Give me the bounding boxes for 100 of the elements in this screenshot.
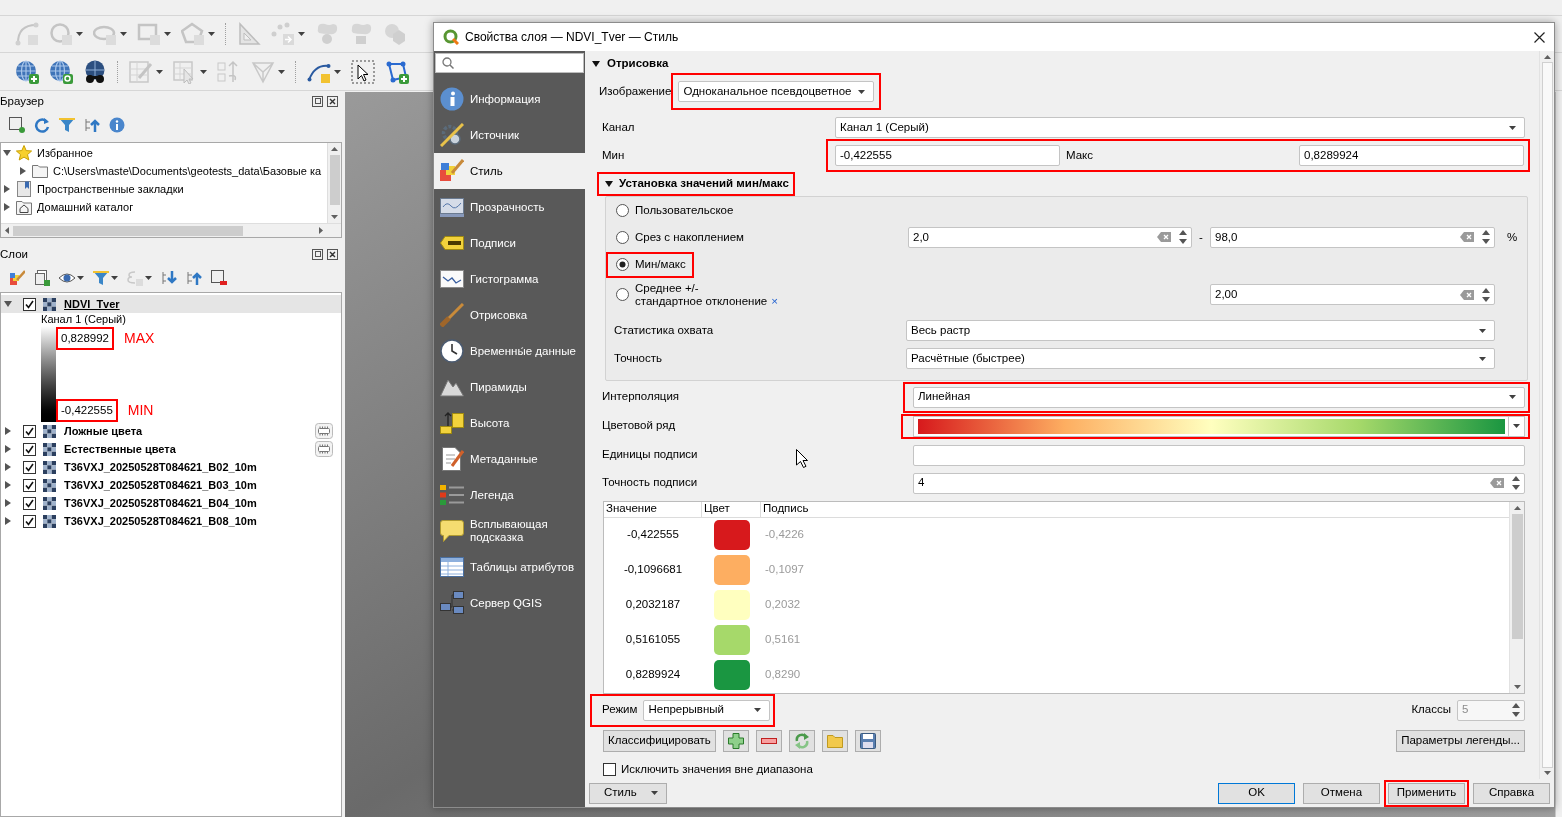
- section-header[interactable]: Отрисовка: [607, 55, 669, 73]
- dialog-button[interactable]: Отмена: [1303, 782, 1380, 804]
- sidebar-item[interactable]: Гистограмма: [434, 261, 585, 297]
- color-swatch-icon[interactable]: [713, 590, 750, 620]
- spin-arrows-icon[interactable]: [1512, 476, 1520, 490]
- checkbox[interactable]: [23, 460, 36, 474]
- scrollbar[interactable]: [1, 223, 341, 237]
- chip-icon[interactable]: [315, 423, 333, 439]
- sidebar-item[interactable]: Стиль: [434, 153, 585, 189]
- caret-icon[interactable]: [156, 69, 163, 74]
- clear-icon[interactable]: [1157, 232, 1171, 243]
- number-field[interactable]: 2,0: [908, 226, 1192, 248]
- scroll-thumb[interactable]: [13, 225, 243, 236]
- spin-arrows-icon[interactable]: [1482, 230, 1490, 245]
- globe-search-icon[interactable]: [49, 59, 73, 84]
- dropdown[interactable]: Одноканальное псевдоцветное: [678, 81, 875, 102]
- radio-button[interactable]: [616, 204, 629, 218]
- expand-arrow-icon[interactable]: [4, 517, 12, 525]
- checkbox[interactable]: [23, 478, 36, 492]
- scroll-up-icon[interactable]: [331, 147, 338, 151]
- sidebar-item[interactable]: Легенда: [434, 477, 585, 513]
- caret-icon[interactable]: [111, 275, 118, 280]
- sidebar-item[interactable]: Высота: [434, 405, 585, 441]
- sidebar-item[interactable]: Метаданные: [434, 441, 585, 477]
- dialog-button[interactable]: OK: [1218, 782, 1295, 804]
- checkbox[interactable]: [23, 514, 36, 528]
- sidebar-item[interactable]: Сервер QGIS: [434, 585, 585, 621]
- globe-binoculars-icon[interactable]: [83, 59, 107, 84]
- text-field[interactable]: [913, 444, 1525, 466]
- clear-icon[interactable]: [1460, 232, 1474, 243]
- column-header[interactable]: Подпись: [761, 501, 1509, 517]
- spin-arrows-icon[interactable]: [1482, 287, 1490, 302]
- add-group-icon[interactable]: [34, 269, 50, 286]
- dialog-button[interactable]: Применить: [1388, 782, 1465, 804]
- radio-label[interactable]: Срез с накоплением: [635, 228, 744, 246]
- layer-name[interactable]: T36VXJ_20250528T084621_B02_10m: [64, 458, 257, 476]
- paintbrush-palette-icon[interactable]: [9, 269, 25, 286]
- dialog-button[interactable]: Справка: [1473, 782, 1550, 804]
- collapse-arrow-icon[interactable]: [592, 60, 600, 68]
- curve-nodes-icon[interactable]: [15, 22, 39, 46]
- caret-icon[interactable]: [164, 32, 171, 36]
- checkbox[interactable]: [603, 763, 616, 776]
- caret-icon[interactable]: [334, 69, 341, 74]
- sidebar-item[interactable]: Пирамиды: [434, 369, 585, 405]
- add-class-button[interactable]: [722, 729, 749, 752]
- expand-arrow-icon[interactable]: [4, 427, 12, 435]
- text-field[interactable]: -0,422555: [835, 145, 1060, 166]
- tree-item[interactable]: Домашний каталог: [37, 198, 134, 216]
- sidebar-item[interactable]: Таблицы атрибутов: [434, 549, 585, 585]
- dropdown[interactable]: Канал 1 (Серый): [835, 117, 1525, 138]
- scroll-thumb[interactable]: [1511, 513, 1523, 639]
- color-swatch-icon[interactable]: [713, 625, 750, 655]
- scrollbar[interactable]: [1509, 501, 1524, 693]
- layer-row[interactable]: T36VXJ_20250528T084621_B02_10m: [1, 458, 341, 476]
- dotted-select-icon[interactable]: [351, 59, 375, 84]
- remove-class-button[interactable]: [755, 729, 782, 752]
- dropdown[interactable]: Весь растр: [906, 320, 1495, 341]
- close-icon[interactable]: [1534, 31, 1545, 43]
- expand-arrow-icon[interactable]: [3, 203, 11, 211]
- radio-label[interactable]: Пользовательское: [635, 202, 734, 220]
- color-swatch-icon[interactable]: [713, 555, 750, 585]
- layer-row[interactable]: T36VXJ_20250528T084621_B03_10m: [1, 476, 341, 494]
- remove-square-icon[interactable]: [211, 269, 227, 286]
- caret-icon[interactable]: [200, 69, 207, 74]
- sidebar-item[interactable]: Прозрачность: [434, 189, 585, 225]
- sidebar-item[interactable]: Источник: [434, 117, 585, 153]
- tree-item[interactable]: Избранное: [37, 144, 93, 162]
- arrow-up-tree-icon[interactable]: [84, 117, 100, 133]
- expand-arrow-icon[interactable]: [4, 463, 12, 471]
- checkbox[interactable]: [23, 442, 36, 456]
- radio-label[interactable]: Среднее +/- стандартное отклонение: [635, 281, 768, 308]
- section-header[interactable]: Установка значений мин/макс: [619, 175, 789, 193]
- collapse-arrow-icon[interactable]: [605, 180, 613, 188]
- column-header[interactable]: Значение: [604, 501, 702, 517]
- add-square-icon[interactable]: [9, 117, 25, 133]
- caret-icon[interactable]: [120, 32, 127, 36]
- sidebar-item[interactable]: Временны́е данные: [434, 333, 585, 369]
- polygon-nodes-add-icon[interactable]: [385, 59, 409, 84]
- sidebar-item[interactable]: Подписи: [434, 225, 585, 261]
- color-swatch-icon[interactable]: [713, 520, 750, 550]
- sidebar-item[interactable]: Всплывающая подсказка: [434, 513, 585, 549]
- number-field[interactable]: 4: [913, 472, 1525, 494]
- scroll-thumb[interactable]: [1541, 62, 1553, 768]
- radio-button[interactable]: [616, 258, 629, 272]
- clear-icon[interactable]: [1460, 289, 1474, 300]
- radio-button[interactable]: [616, 288, 629, 301]
- globe-plus-icon[interactable]: [15, 59, 39, 84]
- chip-icon[interactable]: [315, 441, 333, 457]
- scroll-up-icon[interactable]: [1513, 505, 1521, 510]
- color-ramp-dropdown[interactable]: [913, 415, 1525, 437]
- refresh-icon[interactable]: [34, 117, 50, 133]
- collapse-arrow-icon[interactable]: [4, 300, 12, 308]
- column-header[interactable]: Цвет: [702, 501, 761, 517]
- layer-row[interactable]: NDVI_Tver: [1, 295, 341, 313]
- style-button[interactable]: Стиль: [589, 782, 667, 804]
- checkbox[interactable]: [23, 424, 36, 438]
- layer-name[interactable]: T36VXJ_20250528T084621_B08_10m: [64, 512, 257, 530]
- filter-icon[interactable]: [59, 117, 75, 133]
- checkbox-label[interactable]: Исключить значения вне диапазона: [621, 760, 813, 779]
- expand-arrow-icon[interactable]: [4, 445, 12, 453]
